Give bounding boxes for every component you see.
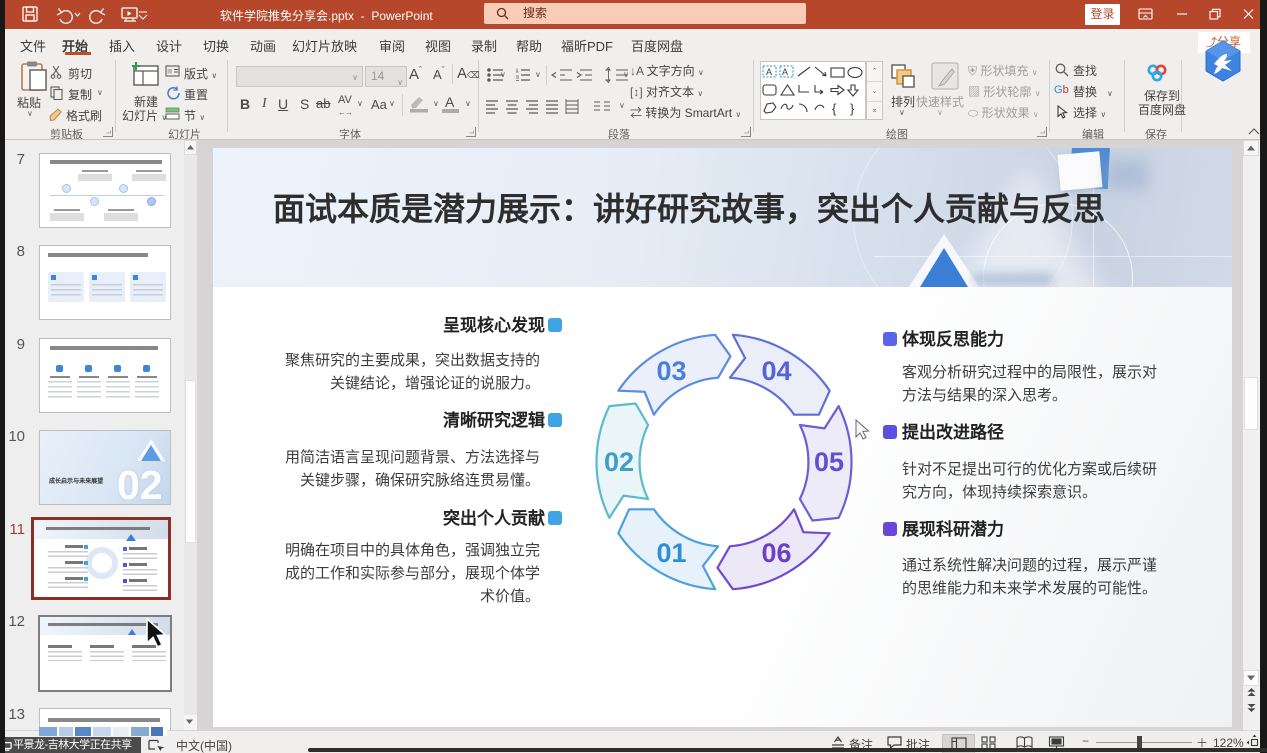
svg-text:02: 02 <box>604 447 634 477</box>
svg-text:06: 06 <box>761 538 791 568</box>
svg-text:04: 04 <box>761 356 791 386</box>
svg-text:}: } <box>850 101 855 116</box>
svg-text:03: 03 <box>656 356 686 386</box>
svg-text:A: A <box>766 67 772 77</box>
svg-text:{: { <box>832 101 837 116</box>
svg-text:A: A <box>782 67 788 77</box>
svg-text:05: 05 <box>814 447 844 477</box>
svg-text:01: 01 <box>656 538 686 568</box>
